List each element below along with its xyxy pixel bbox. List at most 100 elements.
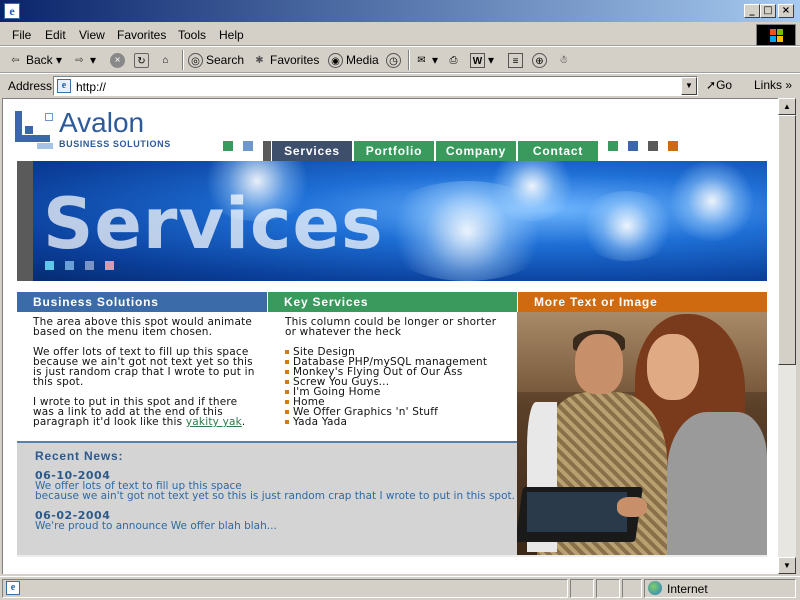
status-zone: Internet [644,579,796,598]
messenger-icon: ☃ [559,55,568,67]
links-button[interactable]: Links » [754,78,792,92]
deco-square [223,141,233,151]
minimize-button[interactable]: _ [744,4,760,18]
home-icon: ⌂ [162,55,169,67]
menu-file[interactable]: File [12,28,31,42]
page-viewport: Avalon BUSINESS SOLUTIONS Services Portf… [2,98,778,574]
menu-tools[interactable]: Tools [178,28,206,42]
media-icon: ◉ [328,53,343,69]
news-title: Recent News: [35,449,124,463]
address-bar: Address e http:// ▼ ➚Go Links » [0,73,800,98]
page-icon: e [57,79,71,93]
search-label: Search [206,53,245,67]
tab-services[interactable]: Services [272,141,352,161]
favorites-star-icon: ✱ [255,55,264,67]
status-pane [596,579,620,598]
avalon-logo[interactable]: Avalon BUSINESS SOLUTIONS [15,107,175,153]
ie-icon[interactable]: e [4,3,20,19]
header-key-services: Key Services [268,292,517,312]
paragraph-end: . [241,416,246,428]
windows-logo-icon [756,24,796,46]
tab-portfolio[interactable]: Portfolio [354,141,434,161]
go-label: Go [716,78,733,92]
edit-button[interactable]: W ▾ [470,51,494,69]
menu-bar: File Edit View Favorites Tools Help [0,22,800,46]
go-arrow-icon: ➚ [706,78,717,92]
deco-square [243,141,253,151]
scroll-down-icon[interactable]: ▼ [778,557,796,574]
recent-news: Recent News: 06-10-2004 We offer lots of… [17,441,517,555]
search-icon: ◎ [188,53,203,69]
media-button[interactable]: ◉ Media [328,51,379,69]
address-label: Address [8,79,53,93]
title-bar[interactable]: e _ □ × [0,0,800,22]
toolbar: ⇦ Back ▾ ⇨ ▾ × ↻ ⌂ ◎ Search ✱ Favorites ◉ Med… [0,46,800,73]
refresh-icon: ↻ [134,53,149,69]
footer-divider [17,555,767,557]
print-button[interactable]: ⎙ [446,51,464,69]
couple-laptop-photo [517,312,767,555]
news-text: because we ain't got not text yet so thi… [35,490,515,502]
address-input[interactable]: e http:// ▼ [53,76,698,96]
key-services-list: Site Design Database PHP/mySQL managemen… [285,347,510,427]
page-status-icon: e [6,581,20,595]
status-bar: e Internet [0,576,800,600]
deco-square [668,141,678,151]
deco-square [648,141,658,151]
paragraph: We offer lots of text to fill up this sp… [33,346,255,388]
zone-label: Internet [667,582,708,596]
tab-company[interactable]: Company [436,141,516,161]
services-banner: Services [17,161,767,281]
key-services-text: This column could be longer or shorter o… [285,317,510,427]
yakity-yak-link[interactable]: yakity yak [186,416,242,428]
print-icon: ⎙ [449,55,458,67]
discuss-button[interactable]: ≡ [508,51,526,69]
media-label: Media [346,53,379,67]
deco-square [628,141,638,151]
back-arrow-icon: ⇦ [11,55,20,67]
search-button[interactable]: ◎ Search [188,51,244,69]
research-button[interactable]: ☃ [556,51,574,69]
word-icon: W [470,53,485,69]
status-pane [622,579,642,598]
menu-help[interactable]: Help [219,28,244,42]
refresh-button[interactable]: ↻ [134,51,152,69]
address-url[interactable]: http:// [76,80,106,94]
home-button[interactable]: ⌂ [158,51,176,69]
header-business-solutions: Business Solutions [17,292,267,312]
banner-title: Services [43,183,384,265]
nav-divider [263,141,271,161]
history-icon: ◷ [386,53,401,69]
tab-contact[interactable]: Contact [518,141,598,161]
menu-view[interactable]: View [79,28,105,42]
forward-button[interactable]: ⇨ ▾ [72,51,96,69]
globe-icon: ⊕ [532,53,547,69]
address-dropdown-icon[interactable]: ▼ [681,77,697,95]
menu-edit[interactable]: Edit [45,28,66,42]
scroll-up-icon[interactable]: ▲ [778,98,796,115]
menu-favorites[interactable]: Favorites [117,28,166,42]
favorites-label: Favorites [270,53,320,67]
close-button[interactable]: × [778,4,794,18]
back-button[interactable]: ⇦ Back ▾ [8,51,62,69]
back-label: Back [26,53,53,67]
status-main: e [2,579,568,598]
links-label: Links [754,78,783,92]
scroll-thumb[interactable] [778,115,796,365]
discuss-icon: ≡ [508,53,523,69]
stop-button[interactable]: × [110,51,128,69]
internet-globe-icon [648,581,662,595]
vertical-scrollbar[interactable]: ▲ ▼ [778,98,796,574]
history-button[interactable]: ◷ [386,51,404,69]
mail-button[interactable]: ✉ ▾ [414,51,438,69]
logo-tagline: BUSINESS SOLUTIONS [59,139,171,149]
maximize-button[interactable]: □ [760,4,776,18]
go-button[interactable]: ➚Go [706,78,732,92]
messenger-button[interactable]: ⊕ [532,51,550,69]
logo-name: Avalon [59,107,145,138]
forward-arrow-icon: ⇨ [75,55,84,67]
key-services-intro: This column could be longer or shorter o… [285,316,497,338]
stop-icon: × [110,53,125,69]
favorites-button[interactable]: ✱ Favorites [252,51,319,69]
status-pane [570,579,594,598]
